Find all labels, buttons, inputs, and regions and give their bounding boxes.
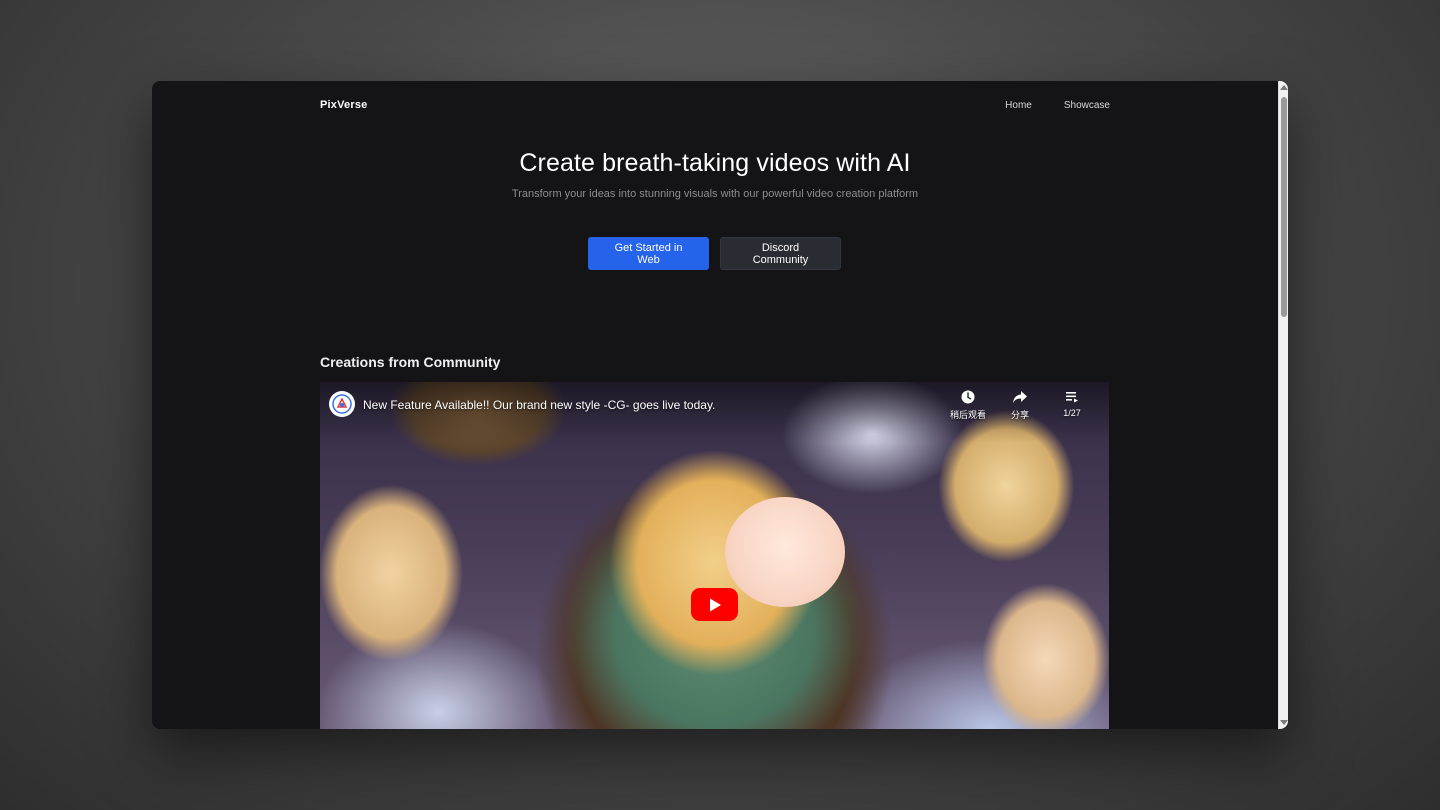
playlist-icon	[1066, 392, 1078, 403]
play-button[interactable]	[691, 588, 738, 621]
share-icon	[1013, 391, 1027, 403]
channel-avatar[interactable]	[329, 391, 355, 417]
playlist-button[interactable]: 1/27	[1053, 390, 1091, 421]
watch-later-label: 稍后观看	[949, 410, 986, 420]
channel-logo-icon	[332, 394, 352, 414]
watch-later-button[interactable]: 稍后观看	[949, 390, 987, 421]
nav-links: Home Showcase	[1005, 100, 1110, 111]
logo[interactable]: PixVerse	[320, 99, 367, 111]
vertical-scrollbar[interactable]	[1278, 81, 1288, 729]
discord-community-button[interactable]: Discord Community	[720, 237, 841, 270]
nav-link-showcase[interactable]: Showcase	[1064, 100, 1110, 111]
youtube-video-embed[interactable]: New Feature Available!! Our brand new st…	[320, 382, 1109, 729]
play-icon	[709, 598, 721, 611]
share-label: 分享	[1010, 410, 1029, 420]
scroll-down-arrow-icon[interactable]	[1280, 720, 1288, 725]
scrollbar-thumb[interactable]	[1281, 97, 1287, 317]
community-section-title: Creations from Community	[320, 354, 501, 370]
top-nav: PixVerse Home Showcase	[320, 93, 1110, 117]
get-started-button[interactable]: Get Started in Web	[588, 237, 709, 270]
share-button[interactable]: 分享	[1001, 390, 1039, 421]
cta-buttons: Get Started in Web Discord Community	[588, 237, 841, 270]
video-actions: 稍后观看 分享 1/27	[949, 390, 1091, 421]
scroll-up-arrow-icon[interactable]	[1280, 85, 1288, 90]
hero-subtitle: Transform your ideas into stunning visua…	[511, 188, 919, 200]
hero-title: Create breath-taking videos with AI	[519, 149, 911, 177]
nav-link-home[interactable]: Home	[1005, 100, 1032, 111]
video-thumbnail-face	[725, 497, 845, 607]
clock-icon	[961, 390, 975, 404]
video-title[interactable]: New Feature Available!! Our brand new st…	[363, 398, 715, 412]
browser-window: PixVerse Home Showcase Create breath-tak…	[152, 81, 1288, 729]
playlist-counter: 1/27	[1063, 408, 1081, 418]
